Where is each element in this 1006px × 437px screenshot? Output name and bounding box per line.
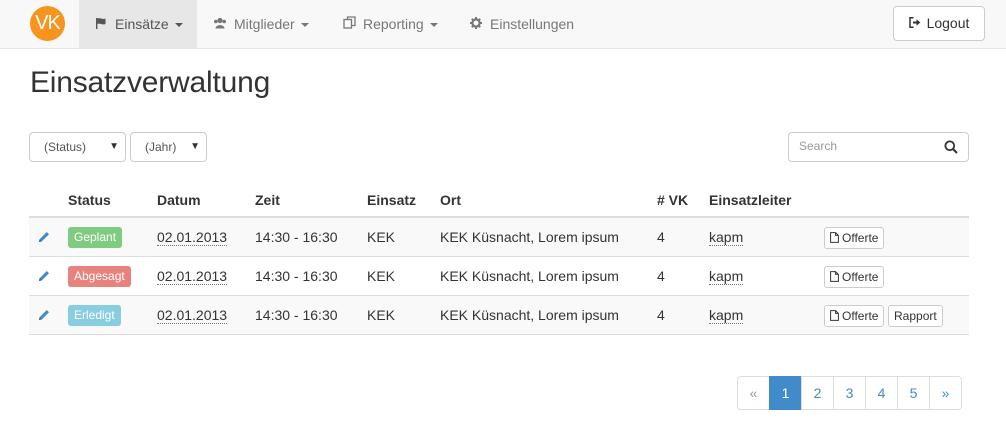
nav-mitglieder[interactable]: Mitglieder (198, 0, 323, 48)
einsatzleiter-cell: kapm (709, 268, 744, 285)
einsaetze-table: Status Datum Zeit Einsatz Ort # VK Einsa… (29, 180, 969, 335)
offerte-button[interactable]: Offerte (824, 227, 885, 249)
header-vk: # VK (657, 192, 689, 208)
einsatz-cell: KEK (367, 268, 396, 284)
table-header: Status Datum Zeit Einsatz Ort # VK Einsa… (29, 180, 969, 218)
datum-cell: 02.01.2013 (157, 307, 228, 324)
flag-icon (93, 1, 109, 49)
datum-cell: 02.01.2013 (157, 268, 228, 285)
page-title: Einsatzverwaltung (30, 66, 271, 99)
ort-cell: KEK Küsnacht, Lorem ipsum (440, 268, 619, 284)
app-logo[interactable]: VK (30, 6, 65, 41)
header-ort: Ort (440, 192, 461, 208)
logout-button[interactable]: Logout (893, 6, 985, 41)
header-einsatz: Einsatz (367, 192, 417, 208)
nav-reporting[interactable]: Reporting (327, 0, 452, 48)
zeit-cell: 14:30 - 16:30 (255, 229, 338, 245)
copy-icon (341, 1, 357, 49)
rapport-label: Rapport (894, 309, 937, 323)
offerte-label: Offerte (842, 270, 879, 284)
logout-icon (908, 8, 921, 41)
nav-einsaetze-label: Einsätze (115, 16, 169, 32)
einsatzleiter-cell: kapm (709, 307, 744, 324)
edit-pencil-icon[interactable] (37, 269, 51, 283)
header-status: Status (68, 192, 111, 208)
rapport-button[interactable]: Rapport (888, 305, 943, 327)
caret-down-icon (300, 23, 309, 28)
vk-cell: 4 (657, 229, 665, 245)
status-badge: Abgesagt (68, 266, 131, 287)
select-arrow-icon: ▼ (109, 141, 119, 152)
ort-cell: KEK Küsnacht, Lorem ipsum (440, 307, 619, 323)
nav-einsaetze[interactable]: Einsätze (79, 0, 197, 48)
header-datum: Datum (157, 192, 201, 208)
caret-down-icon (174, 23, 183, 28)
pagination-page-4[interactable]: 4 (865, 376, 898, 410)
status-badge: Erledigt (68, 305, 121, 326)
top-navbar: VK Einsätze Mitglieder Reporting Einstel… (0, 0, 1006, 49)
users-icon (212, 1, 228, 49)
pagination-next[interactable]: » (929, 376, 962, 410)
gear-icon (468, 1, 484, 49)
caret-down-icon (429, 23, 438, 28)
document-icon (830, 271, 839, 282)
logout-label: Logout (926, 15, 970, 31)
nav-einstellungen[interactable]: Einstellungen (454, 0, 588, 48)
year-filter-value: (Jahr) (145, 140, 177, 154)
header-einsatzleiter: Einsatzleiter (709, 192, 792, 208)
offerte-button[interactable]: Offerte (824, 266, 885, 288)
datum-cell: 02.01.2013 (157, 229, 228, 246)
status-filter-value: (Status) (44, 140, 87, 154)
offerte-label: Offerte (842, 231, 879, 245)
vk-cell: 4 (657, 268, 665, 284)
select-arrow-icon: ▼ (190, 141, 200, 152)
edit-pencil-icon[interactable] (37, 230, 51, 244)
pagination-page-3[interactable]: 3 (833, 376, 866, 410)
pagination-page-2[interactable]: 2 (801, 376, 834, 410)
nav-einstellungen-label: Einstellungen (490, 16, 575, 32)
pagination-page-5[interactable]: 5 (897, 376, 930, 410)
nav-mitglieder-label: Mitglieder (234, 16, 295, 32)
year-filter-select[interactable]: (Jahr) ▼ (130, 132, 207, 162)
pagination-prev[interactable]: « (737, 376, 770, 410)
status-badge: Geplant (68, 227, 123, 248)
einsatz-cell: KEK (367, 307, 396, 323)
search-input[interactable] (799, 139, 939, 153)
edit-pencil-icon[interactable] (37, 308, 51, 322)
zeit-cell: 14:30 - 16:30 (255, 307, 338, 323)
header-zeit: Zeit (255, 192, 280, 208)
nav-reporting-label: Reporting (363, 16, 424, 32)
table-row: Erledigt 02.01.2013 14:30 - 16:30 KEK KE… (29, 296, 969, 335)
document-icon (830, 310, 839, 321)
pagination-page-1[interactable]: 1 (769, 376, 802, 410)
status-filter-select[interactable]: (Status) ▼ (29, 132, 126, 162)
einsatz-cell: KEK (367, 229, 396, 245)
table-row: Abgesagt 02.01.2013 14:30 - 16:30 KEK KE… (29, 257, 969, 296)
offerte-label: Offerte (842, 309, 879, 323)
offerte-button[interactable]: Offerte (824, 305, 885, 327)
vk-cell: 4 (657, 307, 665, 323)
table-row: Geplant 02.01.2013 14:30 - 16:30 KEK KEK… (29, 218, 969, 257)
ort-cell: KEK Küsnacht, Lorem ipsum (440, 229, 619, 245)
pagination: « 1 2 3 4 5 » (737, 376, 962, 410)
search-icon[interactable] (944, 140, 958, 154)
einsatzleiter-cell: kapm (709, 229, 744, 246)
zeit-cell: 14:30 - 16:30 (255, 268, 338, 284)
search-box (788, 132, 969, 162)
document-icon (830, 232, 839, 243)
